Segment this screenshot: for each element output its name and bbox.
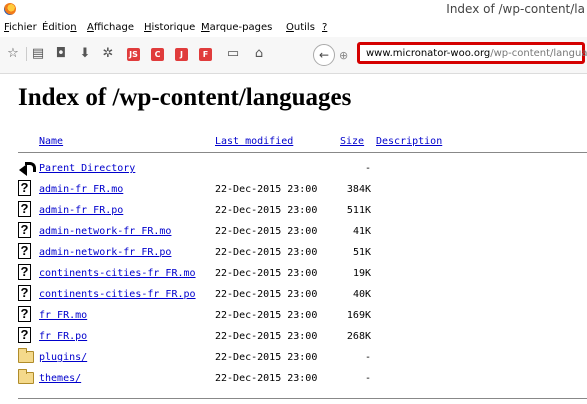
file-link[interactable]: admin-fr FR.mo (39, 184, 123, 195)
c-toggle-badge[interactable]: C (151, 48, 164, 61)
f-toggle-badge[interactable]: F (199, 48, 212, 61)
unknown-file-icon: ? (18, 180, 34, 198)
file-size: - (364, 163, 371, 174)
table-row: themes/22-Dec-2015 23:00 - (18, 369, 587, 389)
navigation-toolbar: ☆ ▤ ◘ ⬇ ✲ JS C J F ▭ ⌂ ← ⊕ www.micronato… (0, 37, 587, 74)
pocket-icon[interactable]: ◘ (54, 47, 68, 61)
last-modified: 22-Dec-2015 23:00 (215, 268, 318, 279)
menu-outils[interactable]: Outils (286, 22, 315, 33)
unknown-file-icon: ? (18, 243, 34, 261)
menu-marque-pages[interactable]: Marque-pages (201, 22, 272, 33)
last-modified: 22-Dec-2015 23:00 (215, 310, 318, 321)
menu-fichier[interactable]: Fichier (4, 22, 37, 33)
sort-by-name-link[interactable]: Name (39, 136, 63, 147)
last-modified: 22-Dec-2015 23:00 (215, 352, 318, 363)
file-size: 511K (346, 205, 371, 216)
page-title: Index of /wp-content/languages (18, 84, 352, 111)
last-modified: 22-Dec-2015 23:00 (215, 205, 318, 216)
file-link[interactable]: plugins/ (39, 352, 87, 363)
j-toggle-badge[interactable]: J (175, 48, 188, 61)
folder-icon (18, 348, 34, 366)
file-size: 40K (352, 289, 371, 300)
sort-by-size-link[interactable]: Size (340, 136, 364, 147)
footer-divider (18, 398, 587, 399)
menu-affichage[interactable]: Affichage (87, 22, 134, 33)
table-row: plugins/22-Dec-2015 23:00 - (18, 348, 587, 368)
table-row: ? admin-network-fr FR.mo 22-Dec-2015 23:00… (18, 222, 587, 242)
last-modified: 22-Dec-2015 23:00 (215, 247, 318, 258)
table-row: ? admin-network-fr FR.po 22-Dec-2015 23:00… (18, 243, 587, 263)
home-icon[interactable]: ⌂ (252, 47, 266, 61)
download-icon[interactable]: ⬇ (78, 47, 92, 61)
unknown-file-icon: ? (18, 285, 34, 303)
unknown-file-icon: ? (18, 264, 34, 282)
file-link[interactable]: fr FR.mo (39, 310, 87, 321)
menu-bar: Fichier Édition Affichage Historique Mar… (0, 20, 587, 36)
header-divider (18, 152, 587, 153)
table-row: ? fr FR.po 22-Dec-2015 23:00 268K (18, 327, 587, 347)
firefox-logo-icon[interactable] (4, 3, 16, 15)
last-modified: 22-Dec-2015 23:00 (215, 289, 318, 300)
parent-directory-icon (18, 159, 36, 177)
table-row: ? continents-cities-fr FR.po 22-Dec-2015 2… (18, 285, 587, 305)
file-size: 384K (346, 184, 371, 195)
menu-historique[interactable]: Historique (144, 22, 195, 33)
sort-by-description-link[interactable]: Description (376, 136, 442, 147)
file-size: 268K (346, 331, 371, 342)
reading-list-icon[interactable]: ▤ (26, 47, 45, 61)
table-row: Parent Directory - (18, 159, 587, 179)
file-link[interactable]: continents-cities-fr FR.mo (39, 268, 196, 279)
file-link[interactable]: Parent Directory (39, 163, 135, 174)
file-size: 19K (352, 268, 371, 279)
file-size: - (364, 352, 371, 363)
star-icon[interactable]: ☆ (6, 47, 20, 61)
file-link[interactable]: admin-network-fr FR.mo (39, 226, 171, 237)
folder-icon (18, 369, 34, 387)
file-link[interactable]: themes/ (39, 373, 81, 384)
unknown-file-icon: ? (18, 201, 34, 219)
site-identity-icon[interactable]: ⊕ (339, 49, 348, 62)
table-row: ? fr FR.mo 22-Dec-2015 23:00 169K (18, 306, 587, 326)
sort-by-modified-link[interactable]: Last modified (215, 136, 293, 147)
table-row: ? admin-fr FR.mo 22-Dec-2015 23:00 384K (18, 180, 587, 200)
file-size: 169K (346, 310, 371, 321)
url-bar[interactable]: www.micronator-woo.org/wp-content/langua… (357, 42, 587, 64)
file-link[interactable]: continents-cities-fr FR.po (39, 289, 196, 300)
file-link[interactable]: admin-fr FR.po (39, 205, 123, 216)
last-modified: 22-Dec-2015 23:00 (215, 331, 318, 342)
gear-icon[interactable]: ✲ (101, 47, 115, 61)
url-text[interactable]: www.micronator-woo.org/wp-content/langua… (366, 48, 587, 59)
last-modified: 22-Dec-2015 23:00 (215, 373, 318, 384)
unknown-file-icon: ? (18, 222, 34, 240)
js-toggle-badge[interactable]: JS (127, 48, 140, 61)
last-modified: 22-Dec-2015 23:00 (215, 226, 318, 237)
back-button[interactable]: ← (313, 44, 335, 66)
table-row: ? admin-fr FR.po 22-Dec-2015 23:00 511K (18, 201, 587, 221)
menu-edition[interactable]: Édition (42, 22, 77, 33)
unknown-file-icon: ? (18, 327, 34, 345)
file-link[interactable]: fr FR.po (39, 331, 87, 342)
table-row: ? continents-cities-fr FR.mo 22-Dec-2015 2… (18, 264, 587, 284)
last-modified: 22-Dec-2015 23:00 (215, 184, 318, 195)
file-size: - (364, 373, 371, 384)
file-link[interactable]: admin-network-fr FR.po (39, 247, 171, 258)
file-size: 41K (352, 226, 371, 237)
window-title: Index of /wp-content/la (446, 2, 585, 16)
menu-help[interactable]: ? (322, 22, 327, 33)
unknown-file-icon: ? (18, 306, 34, 324)
file-size: 51K (352, 247, 371, 258)
window-icon[interactable]: ▭ (226, 47, 240, 61)
title-bar: Index of /wp-content/la (0, 0, 587, 21)
